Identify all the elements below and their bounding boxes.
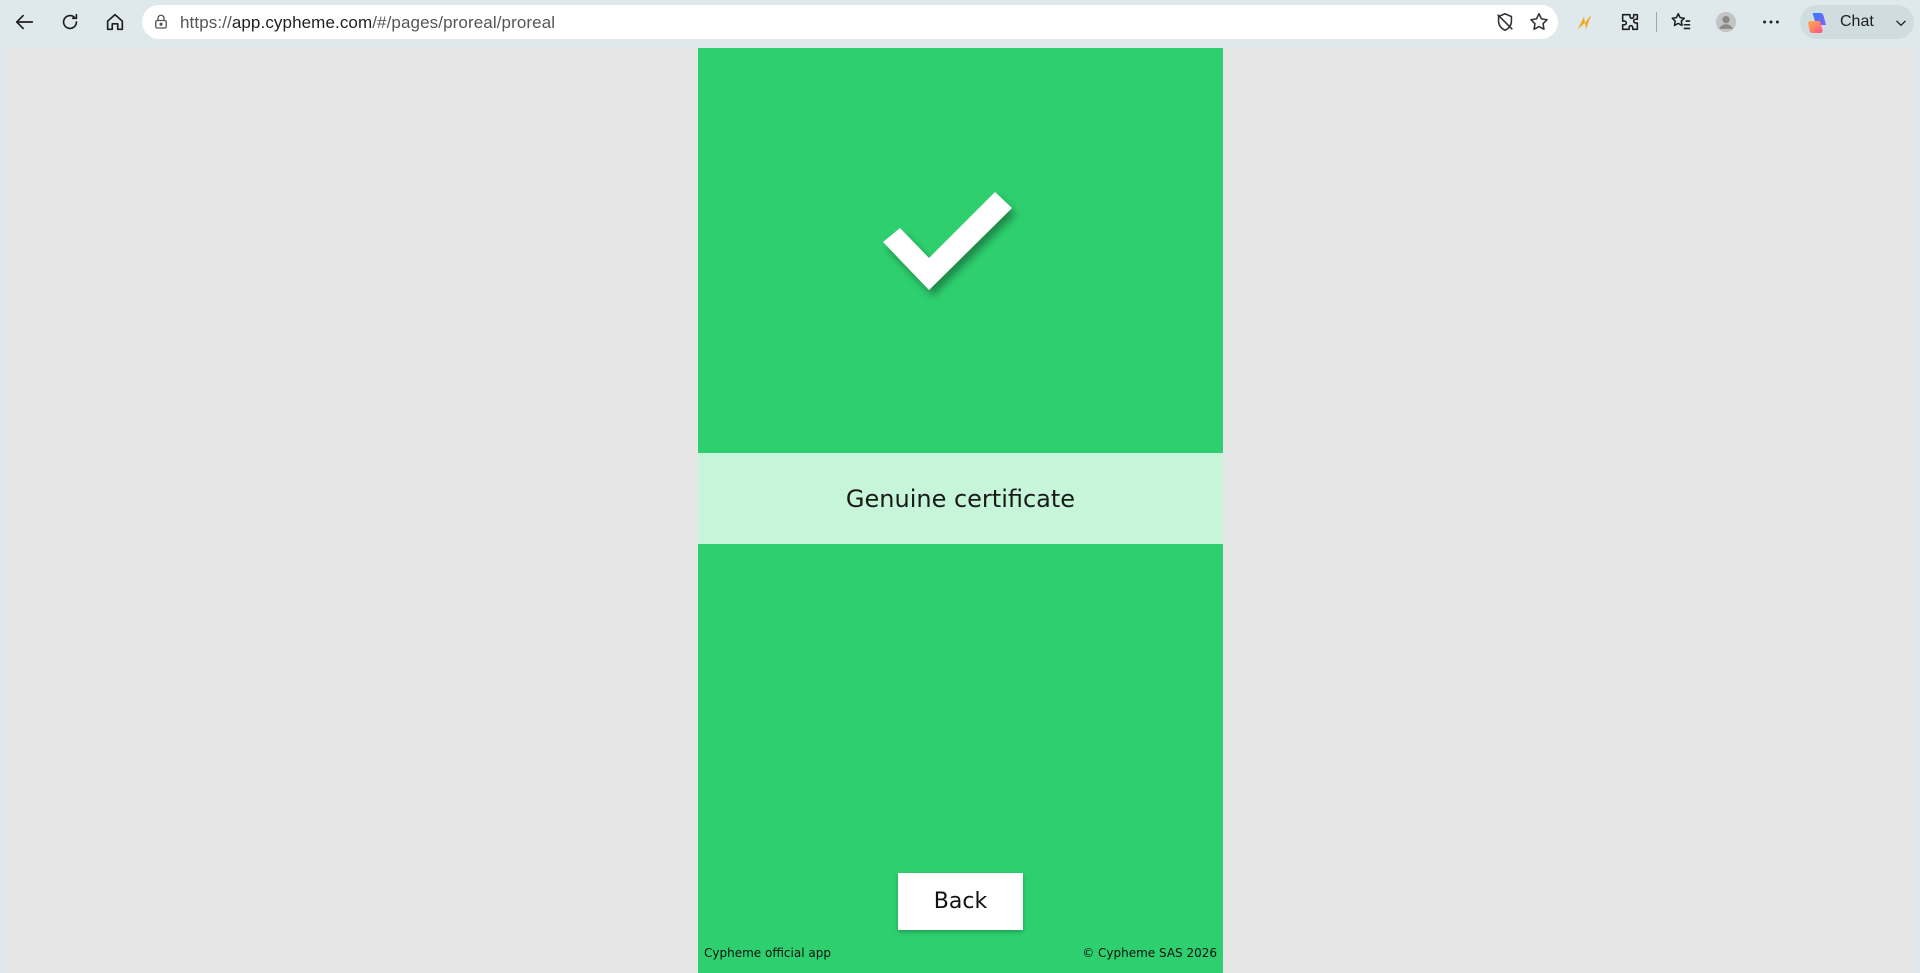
copilot-chat-button[interactable]: Chat — [1800, 5, 1914, 39]
favorites-icon[interactable] — [1664, 6, 1698, 38]
toolbar-divider — [1656, 12, 1657, 32]
tracking-prevention-icon[interactable] — [1494, 11, 1516, 33]
footer-copyright: © Cypheme SAS 2026 — [1082, 946, 1217, 960]
copilot-icon — [1807, 13, 1826, 33]
certificate-app: Genuine certificate Back Cypheme officia… — [698, 48, 1223, 973]
bolt-extension-icon[interactable] — [1568, 6, 1602, 38]
lock-icon[interactable] — [152, 13, 170, 31]
more-dots-icon[interactable] — [1754, 6, 1788, 38]
home-icon[interactable] — [98, 6, 132, 38]
page-viewport: Genuine certificate Back Cypheme officia… — [6, 48, 1914, 973]
back-button[interactable]: Back — [898, 873, 1023, 930]
address-bar[interactable]: https://app.cypheme.com/#/pages/proreal/… — [142, 5, 1558, 39]
status-text: Genuine certificate — [845, 484, 1076, 513]
refresh-icon[interactable] — [53, 6, 87, 38]
url-path: /#/pages/proreal/proreal — [372, 13, 556, 32]
favorite-star-icon[interactable] — [1528, 11, 1550, 33]
profile-avatar-icon[interactable] — [1709, 6, 1743, 38]
url-host: app.cypheme.com — [231, 13, 373, 32]
footer-app-name: Cypheme official app — [704, 946, 831, 960]
chat-label: Chat — [1840, 13, 1874, 30]
checkmark-icon — [883, 192, 1012, 290]
back-arrow-icon[interactable] — [8, 6, 42, 38]
url-text[interactable]: https://app.cypheme.com/#/pages/proreal/… — [180, 13, 555, 33]
status-banner: Genuine certificate — [698, 453, 1223, 544]
chevron-down-icon — [1896, 20, 1906, 26]
extensions-puzzle-icon[interactable] — [1613, 6, 1647, 38]
browser-toolbar: https://app.cypheme.com/#/pages/proreal/… — [0, 0, 1920, 44]
url-scheme: https:// — [180, 13, 232, 32]
